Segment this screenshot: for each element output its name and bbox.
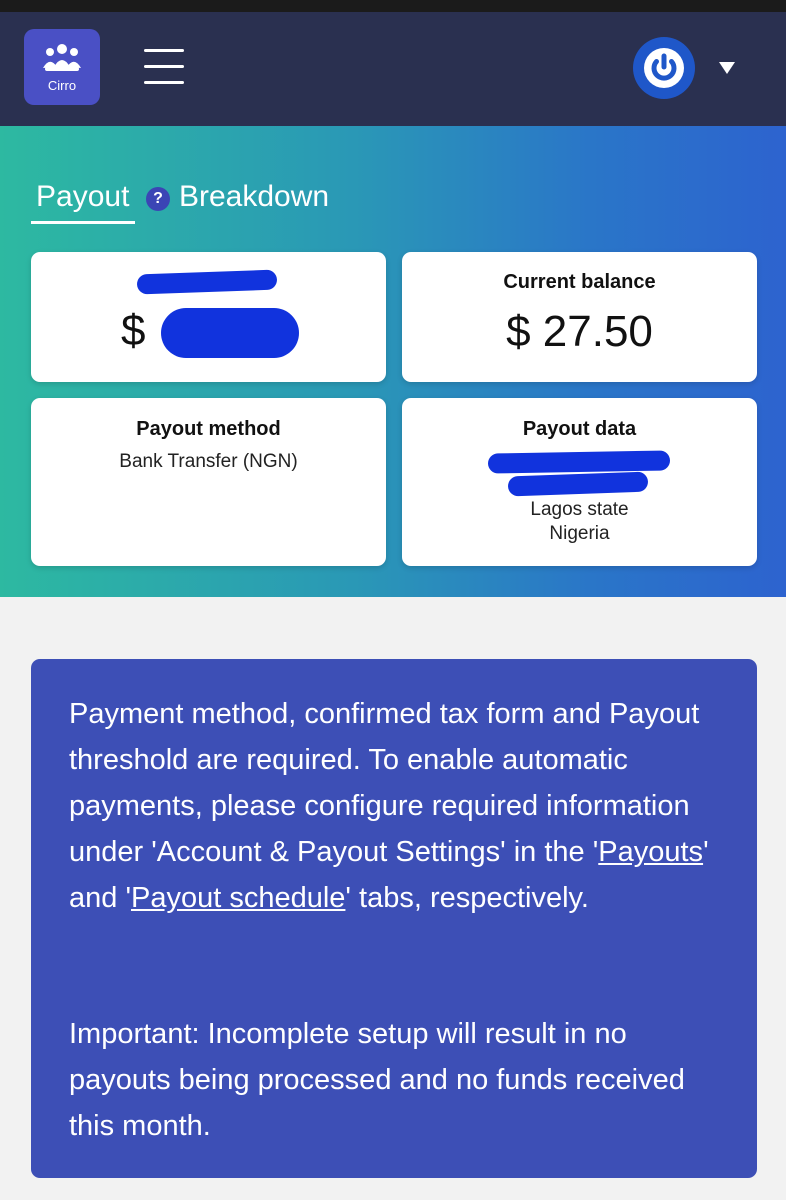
current-balance-value: $ 27.50 (506, 307, 653, 356)
app-header: Cirro (0, 12, 786, 126)
current-balance-label: Current balance (503, 271, 656, 293)
tab-payout[interactable]: Payout (36, 180, 129, 214)
payout-data-state: Lagos state (530, 499, 629, 520)
current-balance-card: Current balance $ 27.50 (402, 252, 757, 382)
payout-data-label: Payout data (522, 418, 637, 440)
redacted-payout-line-2 (507, 471, 649, 497)
redacted-amount (161, 308, 299, 358)
notice-paragraph-2: Important: Incomplete setup will result … (69, 1018, 685, 1142)
pending-amount-card: $ (31, 252, 386, 382)
tab-breakdown[interactable]: Breakdown (179, 180, 329, 214)
payout-summary-section: Payout ? Breakdown $ Current balance $ 2… (0, 126, 786, 597)
redacted-payout-line-1 (487, 450, 671, 474)
payout-schedule-link[interactable]: Payout schedule (131, 882, 345, 914)
payout-data-country: Nigeria (549, 523, 610, 544)
caret-down-icon[interactable] (719, 62, 735, 74)
power-icon (644, 48, 684, 88)
notice-paragraph-1: Payment method, confirmed tax form and P… (69, 691, 729, 921)
payout-data-card: Payout data Lagos state Nigeria (402, 398, 757, 566)
status-bar-strip (0, 0, 786, 12)
payouts-link[interactable]: Payouts (598, 836, 703, 868)
hamburger-menu-icon[interactable] (144, 45, 186, 87)
active-tab-indicator (31, 221, 135, 224)
pending-currency: $ (121, 306, 146, 355)
payout-method-card: Payout method Bank Transfer (NGN) (31, 398, 386, 566)
people-group-icon (43, 44, 81, 71)
logo-text: Cirro (47, 78, 77, 93)
setup-required-notice: Payment method, confirmed tax form and P… (31, 659, 757, 1178)
redacted-label (136, 269, 278, 295)
payout-method-value: Bank Transfer (NGN) (119, 451, 298, 472)
cirro-logo[interactable]: Cirro (24, 29, 100, 105)
payout-method-label: Payout method (136, 418, 281, 440)
help-icon[interactable]: ? (146, 187, 170, 211)
notice-text-post: ' tabs, respectively. (345, 882, 589, 914)
account-avatar[interactable] (633, 37, 695, 99)
